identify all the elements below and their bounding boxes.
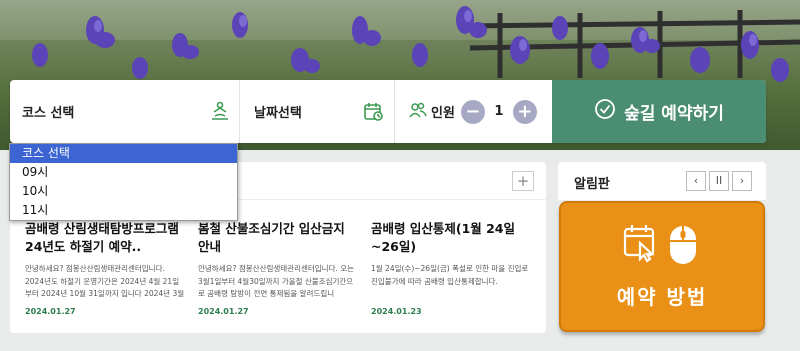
- date-select[interactable]: 날짜선택: [240, 80, 395, 143]
- hiking-trail-icon: [209, 100, 231, 126]
- news-item[interactable]: 봄철 산불조심기간 입산금지 안내 안녕하세요? 점봉산산림생태관리센터입니다.…: [198, 220, 358, 316]
- people-icon: [409, 102, 427, 122]
- course-select[interactable]: 코스 선택: [10, 80, 240, 143]
- reserve-submit-button[interactable]: 숲길 예약하기: [552, 80, 766, 143]
- news-title: 곰배령 산림생태탐방프로그램 24년도 하절기 예약..: [25, 221, 179, 254]
- news-desc: 1월 24일(수)~26일(금) 폭설로 인한 마을 진입로 진입불가에 따라 …: [371, 264, 529, 286]
- news-item[interactable]: 곰배령 산림생태탐방프로그램 24년도 하절기 예약.. 안녕하세요? 점봉산산…: [25, 220, 185, 316]
- calendar-icon: [362, 100, 384, 126]
- news-date: 2024.01.27: [198, 307, 249, 316]
- howto-label: 예약 방법: [616, 285, 708, 309]
- news-title: 봄철 산불조심기간 입산금지 안내: [198, 221, 345, 254]
- increase-people-button[interactable]: +: [512, 99, 537, 124]
- reservation-bar: 코스 선택 날짜선택 인원 − 1 + 숲길 예약하기: [10, 80, 766, 143]
- news-item[interactable]: 곰배령 입산통제(1월 24일~26일) 1월 24일(수)~26일(금) 폭설…: [371, 220, 531, 316]
- news-desc: 안녕하세요? 점봉산산림생태관리센터입니다. 2024년도 하절기 운영기간은 …: [25, 264, 185, 298]
- news-more-button[interactable]: +: [512, 171, 534, 191]
- people-label: 인원: [431, 106, 455, 121]
- people-stepper: 인원 − 1 +: [395, 80, 552, 143]
- people-count: 1: [494, 104, 504, 119]
- notice-board-title: 알림판: [574, 177, 610, 192]
- course-dropdown-list: 코스 선택 09시 10시 11시: [9, 143, 238, 221]
- date-select-label: 날짜선택: [254, 106, 302, 121]
- news-date: 2024.01.23: [371, 307, 422, 316]
- pause-button[interactable]: II: [709, 171, 729, 191]
- dropdown-option[interactable]: 코스 선택: [10, 144, 237, 163]
- prev-button[interactable]: ‹: [686, 171, 706, 191]
- news-date: 2024.01.27: [25, 307, 76, 316]
- dropdown-option[interactable]: 11시: [10, 201, 237, 220]
- calendar-click-icon: [623, 223, 659, 267]
- notice-board-header: 알림판 ‹ II ›: [558, 162, 766, 200]
- news-title: 곰배령 입산통제(1월 24일~26일): [371, 221, 516, 254]
- decrease-people-button[interactable]: −: [460, 99, 485, 124]
- news-desc: 안녕하세요? 점봉산산림생태관리센터입니다. 오는 3월1일부터 4월30일까지…: [198, 264, 355, 298]
- dropdown-option[interactable]: 09시: [10, 163, 237, 182]
- reservation-howto-banner[interactable]: 예약 방법: [559, 201, 765, 332]
- next-button[interactable]: ›: [732, 171, 752, 191]
- mouse-icon: [669, 225, 697, 269]
- course-select-label: 코스 선택: [22, 106, 75, 121]
- dropdown-option[interactable]: 10시: [10, 182, 237, 201]
- reserve-submit-label: 숲길 예약하기: [624, 104, 724, 124]
- check-circle-icon: [594, 98, 616, 125]
